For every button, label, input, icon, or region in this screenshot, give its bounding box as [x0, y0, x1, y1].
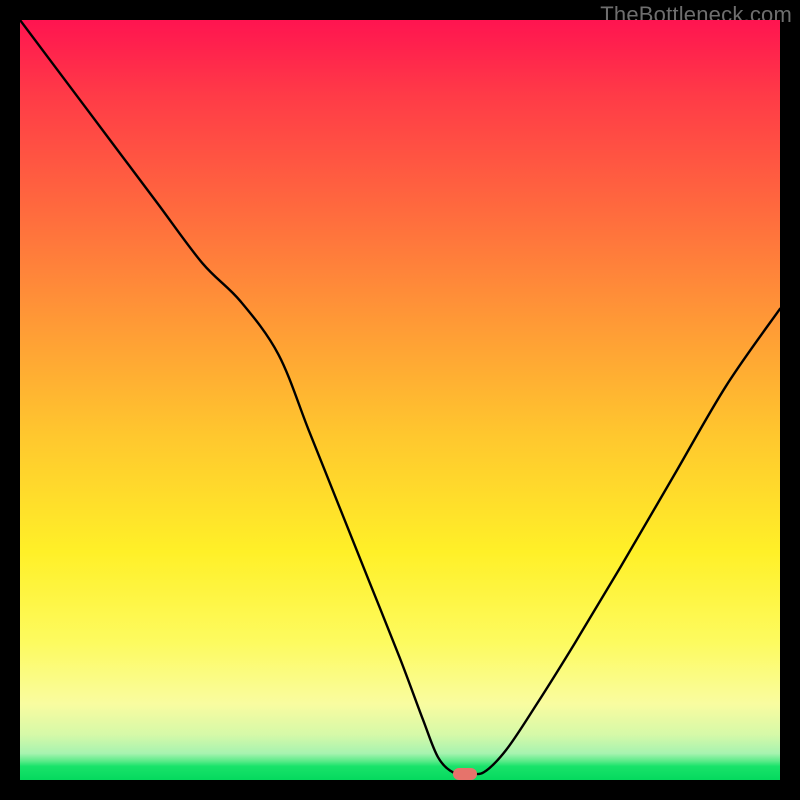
plot-area [20, 20, 780, 780]
chart-frame: TheBottleneck.com [0, 0, 800, 800]
background-gradient [20, 20, 780, 780]
